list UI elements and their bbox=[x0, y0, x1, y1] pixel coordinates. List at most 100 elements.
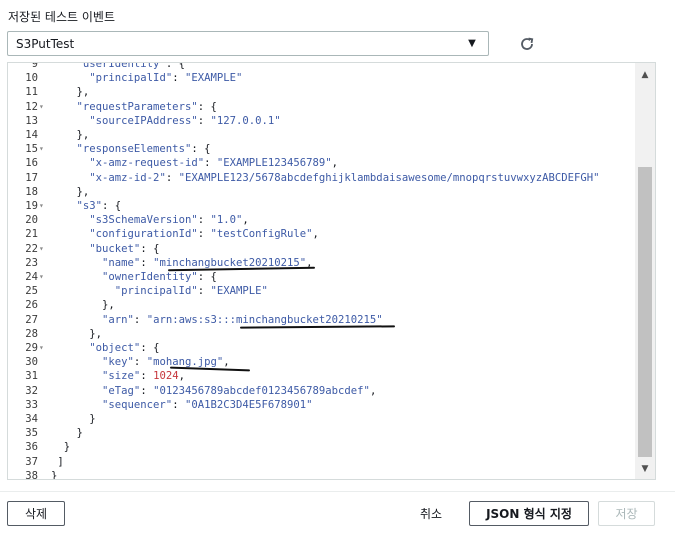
code-line: 10 "principalId": "EXAMPLE" bbox=[8, 71, 635, 85]
saved-event-select[interactable]: S3PutTest ▼ bbox=[7, 31, 489, 56]
saved-event-select-value: S3PutTest bbox=[16, 36, 75, 51]
code-line: 30 "key": "mohang.jpg", bbox=[8, 355, 635, 369]
code-line: 25 "principalId": "EXAMPLE" bbox=[8, 284, 635, 298]
caret-down-icon: ▼ bbox=[468, 38, 476, 49]
code-text: }, bbox=[51, 129, 90, 141]
code-text: } bbox=[51, 469, 58, 479]
line-number: 26 bbox=[25, 299, 38, 312]
line-number: 25 bbox=[25, 285, 38, 298]
code-line: 11 }, bbox=[8, 85, 635, 99]
code-text: }, bbox=[51, 299, 115, 312]
line-number: 13 bbox=[25, 114, 38, 127]
code-text: "principalId": "EXAMPLE" bbox=[114, 285, 268, 298]
scroll-thumb[interactable] bbox=[638, 167, 652, 457]
line-number: 36 bbox=[25, 441, 38, 454]
code-line: 14 }, bbox=[8, 128, 635, 142]
fold-toggle-icon[interactable]: ▾ bbox=[39, 142, 49, 156]
line-number: 12 bbox=[25, 100, 38, 113]
code-line: 9 "userIdentity": { bbox=[8, 63, 635, 71]
code-line: 22 ▾ "bucket": { bbox=[8, 242, 635, 256]
cancel-button[interactable]: 취소 bbox=[408, 501, 454, 526]
code-text: "size": 1024, bbox=[102, 370, 185, 383]
fold-toggle-icon[interactable]: ▾ bbox=[39, 341, 49, 355]
editor-scrollbar[interactable]: ▲ ▼ bbox=[635, 63, 655, 479]
code-line: 21 "configurationId": "testConfigRule", bbox=[8, 227, 635, 241]
fold-toggle-icon[interactable]: ▾ bbox=[39, 242, 49, 256]
code-text: ] bbox=[51, 455, 64, 468]
code-line: 23 "name": "minchangbucket20210215", bbox=[8, 256, 635, 270]
code-line: 13 "sourceIPAddress": "127.0.0.1" bbox=[8, 114, 635, 128]
fold-toggle-icon[interactable]: ▾ bbox=[39, 199, 49, 213]
line-number: 16 bbox=[25, 157, 38, 170]
code-text: "sequencer": "0A1B2C3D4E5F678901" bbox=[102, 398, 313, 411]
line-number: 37 bbox=[25, 455, 38, 468]
code-line: 32 "eTag": "0123456789abcdef0123456789ab… bbox=[8, 384, 635, 398]
code-text: "bucket": { bbox=[89, 242, 160, 255]
line-number: 38 bbox=[25, 469, 38, 479]
line-number: 21 bbox=[25, 228, 38, 241]
code-lines: 9 "userIdentity": {10 "principalId": "EX… bbox=[8, 63, 635, 479]
code-line: 27 "arn": "arn:aws:s3:::minchangbucket20… bbox=[8, 313, 635, 327]
code-text: "requestParameters": { bbox=[76, 100, 217, 113]
code-text: "sourceIPAddress": "127.0.0.1" bbox=[89, 114, 281, 127]
code-line: 34 } bbox=[8, 412, 635, 426]
code-line: 12 ▾ "requestParameters": { bbox=[8, 100, 635, 114]
code-text: "responseElements": { bbox=[76, 143, 211, 156]
line-number: 35 bbox=[25, 427, 38, 440]
code-line: 17 "x-amz-id-2": "EXAMPLE123/5678abcdefg… bbox=[8, 171, 635, 185]
code-text: }, bbox=[51, 185, 90, 198]
code-line: 36 } bbox=[8, 440, 635, 454]
code-text: "x-amz-request-id": "EXAMPLE123456789", bbox=[89, 157, 339, 170]
format-json-button[interactable]: JSON 형식 지정 bbox=[469, 501, 589, 526]
delete-button[interactable]: 삭제 bbox=[7, 501, 65, 526]
refresh-icon bbox=[521, 37, 534, 50]
line-number: 19 bbox=[25, 200, 38, 212]
line-number: 33 bbox=[25, 398, 38, 411]
line-number: 24 bbox=[25, 271, 38, 283]
code-line: 19 ▾ "s3": { bbox=[8, 199, 635, 213]
fold-toggle-icon[interactable]: ▾ bbox=[39, 100, 49, 114]
code-line: 15 ▾ "responseElements": { bbox=[8, 142, 635, 156]
code-text: "principalId": "EXAMPLE" bbox=[89, 72, 243, 85]
line-number: 23 bbox=[25, 256, 38, 269]
code-text: "ownerIdentity": { bbox=[102, 271, 217, 283]
code-text: "eTag": "0123456789abcdef0123456789abcde… bbox=[102, 384, 377, 397]
code-line: 29 ▾ "object": { bbox=[8, 341, 635, 355]
code-line: 26 }, bbox=[8, 298, 635, 312]
scroll-down-icon[interactable]: ▼ bbox=[635, 461, 655, 477]
scroll-up-icon[interactable]: ▲ bbox=[635, 67, 655, 83]
line-number: 15 bbox=[25, 143, 38, 156]
code-line: 16 "x-amz-request-id": "EXAMPLE123456789… bbox=[8, 156, 635, 170]
refresh-button[interactable] bbox=[515, 33, 539, 55]
save-button[interactable]: 저장 bbox=[598, 501, 655, 526]
code-text: } bbox=[51, 427, 83, 440]
code-text: }, bbox=[51, 327, 103, 340]
line-number: 14 bbox=[25, 129, 38, 141]
code-text: "object": { bbox=[89, 342, 160, 354]
code-text: "s3SchemaVersion": "1.0", bbox=[89, 214, 249, 227]
line-number: 34 bbox=[25, 413, 38, 425]
line-number: 27 bbox=[25, 313, 38, 326]
code-line: 24 ▾ "ownerIdentity": { bbox=[8, 270, 635, 284]
line-number: 29 bbox=[25, 342, 38, 354]
line-number: 22 bbox=[25, 242, 38, 255]
code-line: 37 ] bbox=[8, 455, 635, 469]
saved-test-events-label: 저장된 테스트 이벤트 bbox=[8, 10, 115, 24]
line-number: 11 bbox=[25, 86, 38, 99]
line-number: 9 bbox=[31, 63, 38, 70]
line-number: 32 bbox=[25, 384, 38, 397]
line-number: 20 bbox=[25, 214, 38, 227]
line-number: 30 bbox=[25, 356, 38, 369]
json-code-editor[interactable]: 9 "userIdentity": {10 "principalId": "EX… bbox=[7, 62, 656, 480]
code-line: 18 }, bbox=[8, 185, 635, 199]
code-text: "arn": "arn:aws:s3:::minchangbucket20210… bbox=[102, 313, 383, 326]
code-text: "userIdentity": { bbox=[76, 63, 185, 70]
code-text: } bbox=[51, 413, 96, 425]
code-line: 38} bbox=[8, 469, 635, 479]
line-number: 18 bbox=[25, 185, 38, 198]
code-line: 33 "sequencer": "0A1B2C3D4E5F678901" bbox=[8, 398, 635, 412]
footer-divider bbox=[0, 491, 675, 492]
code-line: 20 "s3SchemaVersion": "1.0", bbox=[8, 213, 635, 227]
fold-toggle-icon[interactable]: ▾ bbox=[39, 270, 49, 284]
code-text: "x-amz-id-2": "EXAMPLE123/5678abcdefghij… bbox=[89, 171, 600, 184]
